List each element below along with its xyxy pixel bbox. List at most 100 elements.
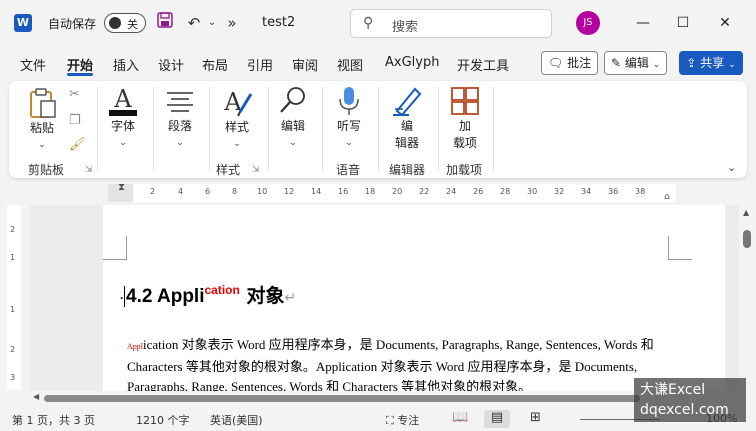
pen-icon: ✎ — [611, 56, 622, 70]
paste-label: 粘贴 — [29, 121, 54, 135]
read-mode-icon[interactable]: 📖 — [452, 410, 468, 425]
tab-home[interactable]: 开始 — [67, 55, 93, 74]
ruler-tick: 28 — [500, 187, 511, 196]
editing-button[interactable]: 编辑 ⌄ — [275, 85, 311, 148]
focus-mode-button[interactable]: ⛶ 专注 — [386, 412, 419, 428]
search-placeholder: 搜索 — [392, 20, 419, 35]
heading-superscript: cation — [204, 283, 240, 297]
ruler-tick: 36 — [608, 187, 619, 196]
chevron-down-icon: ⌄ — [233, 139, 241, 149]
print-layout-icon[interactable]: ▤ — [484, 410, 510, 428]
addins-label-line1: 加 — [458, 119, 471, 133]
group-divider — [209, 87, 210, 171]
undo-icon[interactable]: ↶ — [184, 12, 204, 34]
font-button[interactable]: A 字体 ⌄ — [105, 85, 141, 148]
paste-button[interactable]: 粘贴 ⌄ — [23, 87, 61, 150]
vertical-ruler[interactable]: 2 1 1 2 3 — [7, 205, 21, 390]
search-box[interactable]: ⚲ 搜索 — [350, 9, 552, 38]
editor-button[interactable]: 编辑器 — [389, 85, 425, 151]
editing-mode-button[interactable]: ✎ 编辑 ⌄ — [604, 51, 668, 75]
vertical-scrollbar[interactable]: ▲ — [740, 205, 754, 391]
chevron-down-icon: ⌄ — [38, 140, 46, 150]
minimize-icon[interactable]: — — [630, 10, 656, 36]
ruler-tick: 34 — [581, 187, 592, 196]
styles-button[interactable]: A 样式 ⌄ — [217, 86, 257, 149]
editor-pen-icon — [393, 87, 422, 117]
group-divider — [493, 87, 494, 171]
text-cursor — [124, 286, 125, 307]
ruler-tick: 2 — [150, 187, 156, 196]
ribbon: 粘贴 ⌄ ✂ ❐ 🖌 剪贴板 ⇲ A 字体 ⌄ 段落 ⌄ A 样式 ⌄ 样式 ⇲ 编辑 ⌄… — [9, 81, 747, 178]
dialog-launcher-icon[interactable]: ⇲ — [252, 165, 260, 175]
horizontal-scroll-thumb[interactable] — [44, 395, 640, 402]
heading-tail: 对象 — [239, 285, 285, 307]
comment-icon: 🗨 — [548, 56, 564, 70]
save-icon[interactable] — [155, 12, 175, 34]
ruler-tick: 14 — [311, 187, 322, 196]
autosave-toggle[interactable]: 关 — [104, 13, 146, 33]
addins-group-label: 加载项 — [446, 163, 483, 177]
avatar[interactable]: JS — [576, 11, 600, 35]
clipboard-group-label: 剪贴板 — [28, 163, 65, 177]
tab-developer[interactable]: 开发工具 — [457, 55, 509, 74]
language-status[interactable]: 英语(美国) — [210, 412, 263, 428]
tab-view[interactable]: 视图 — [337, 55, 363, 74]
tab-axglyph[interactable]: AxGlyph — [385, 55, 439, 70]
document-canvas[interactable]: · 4.2 Application 对象↵ Application 对象表示 Wo… — [30, 205, 739, 391]
tab-insert[interactable]: 插入 — [113, 55, 139, 74]
tab-file[interactable]: 文件 — [20, 55, 46, 74]
ruler-tick: 10 — [257, 187, 268, 196]
body-paragraph[interactable]: Application 对象表示 Word 应用程序本身，是 Documents… — [127, 335, 667, 391]
horizontal-ruler[interactable]: 2 4 6 8 10 12 14 16 18 20 22 24 26 28 30… — [108, 184, 676, 202]
format-painter-icon[interactable]: 🖌 — [69, 137, 86, 152]
right-indent-marker-icon[interactable]: ⌂ — [664, 192, 670, 202]
dictate-button[interactable]: 听写 ⌄ — [331, 85, 367, 148]
dictate-label: 听写 — [336, 119, 361, 133]
dialog-launcher-icon[interactable]: ⇲ — [85, 165, 93, 175]
share-label: 共享 — [700, 56, 725, 70]
horizontal-scrollbar[interactable]: ◀ — [30, 391, 739, 405]
font-label: 字体 — [110, 119, 135, 133]
scroll-left-icon[interactable]: ◀ — [33, 392, 39, 401]
crop-mark — [668, 236, 692, 260]
heading-4-2[interactable]: · 4.2 Application 对象↵ — [120, 281, 296, 308]
ruler-tick: 22 — [419, 187, 430, 196]
ruler-tick: 12 — [284, 187, 295, 196]
copy-icon[interactable]: ❐ — [69, 113, 81, 128]
word-logo-icon: W — [14, 14, 32, 32]
group-divider — [322, 87, 323, 171]
collapse-ribbon-icon[interactable]: ⌄ — [727, 161, 736, 174]
svg-text:A: A — [113, 85, 132, 113]
microphone-icon — [339, 87, 359, 115]
ruler-tick: 6 — [205, 187, 211, 196]
document-page[interactable]: · 4.2 Application 对象↵ Application 对象表示 Wo… — [103, 205, 725, 391]
page-count[interactable]: 第 1 页，共 3 页 — [12, 412, 95, 428]
maximize-icon[interactable]: ☐ — [670, 10, 696, 36]
group-divider — [268, 87, 269, 171]
chevron-down-icon: ⌄ — [176, 138, 184, 148]
more-commands-icon[interactable]: » — [222, 12, 242, 34]
comments-button[interactable]: 🗨 批注 — [541, 51, 599, 75]
tab-layout[interactable]: 布局 — [202, 55, 228, 74]
tab-review[interactable]: 审阅 — [292, 55, 318, 74]
vertical-scroll-thumb[interactable] — [743, 230, 751, 248]
left-indent-marker-icon[interactable]: ⧗ — [118, 182, 125, 193]
crop-mark — [103, 236, 127, 260]
word-count[interactable]: 1210 个字 — [136, 412, 190, 428]
small-text-prefix: Appl — [127, 342, 143, 351]
share-button[interactable]: ⇪ 共享 ⌄ — [679, 51, 743, 75]
tab-design[interactable]: 设计 — [158, 55, 184, 74]
web-layout-icon[interactable]: ⊞ — [530, 410, 541, 425]
undo-dropdown-icon[interactable]: ⌄ — [202, 12, 222, 34]
close-icon[interactable]: ✕ — [712, 10, 738, 36]
scroll-up-icon[interactable]: ▲ — [743, 208, 749, 217]
watermark-overlay: 大谦Excel dqexcel.com — [634, 378, 746, 422]
autosave-label: 自动保存 — [48, 17, 97, 31]
search-icon: ⚲ — [363, 15, 374, 31]
tab-references[interactable]: 引用 — [247, 55, 273, 74]
styles-label: 样式 — [224, 120, 249, 134]
addins-button[interactable]: 加载项 — [447, 85, 483, 151]
vruler-tick: 2 — [10, 345, 16, 354]
paragraph-button[interactable]: 段落 ⌄ — [162, 87, 198, 148]
cut-icon[interactable]: ✂ — [69, 87, 80, 102]
